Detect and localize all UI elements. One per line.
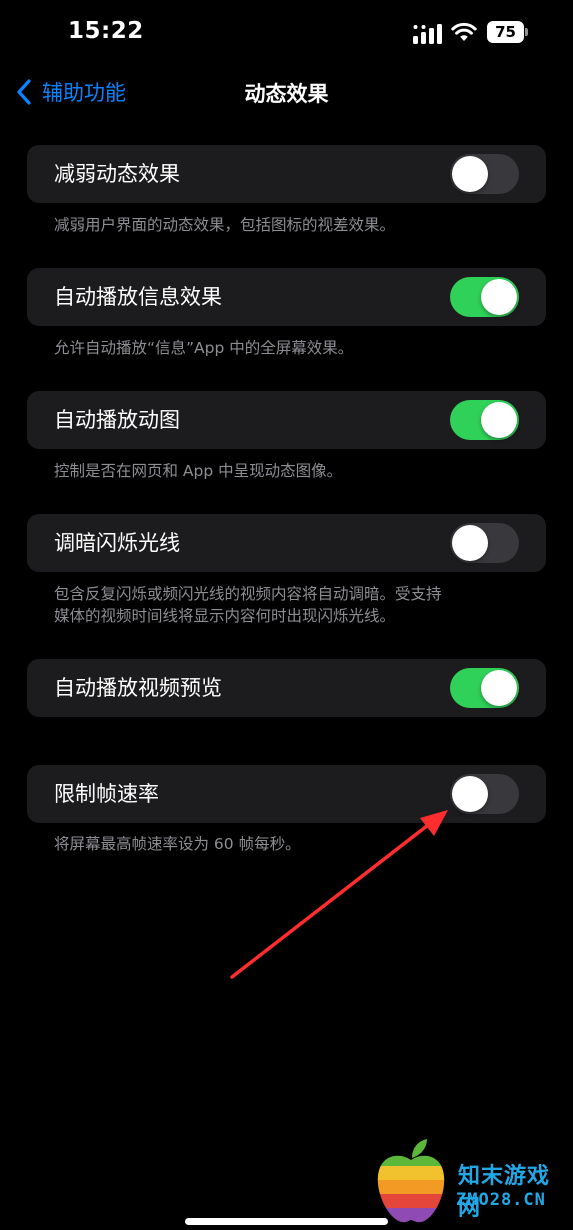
setting-footnote: 将屏幕最高帧速率设为 60 帧每秒。 <box>54 833 524 855</box>
footnote-line: 将屏幕最高帧速率设为 60 帧每秒。 <box>54 835 301 853</box>
toggle-knob <box>481 402 517 438</box>
apple-logo-icon <box>377 1139 445 1223</box>
setting-reduce-motion: 减弱动态效果 <box>27 145 546 203</box>
toggle-knob <box>452 776 488 812</box>
toggle-knob <box>452 525 488 561</box>
setting-label: 自动播放视频预览 <box>54 676 222 700</box>
setting-footnote: 允许自动播放“信息”App 中的全屏幕效果。 <box>54 337 524 359</box>
battery-icon: 75 <box>487 21 529 43</box>
setting-footnote: 减弱用户界面的动态效果，包括图标的视差效果。 <box>54 214 524 236</box>
auto-play-animated-images-toggle[interactable] <box>450 400 519 440</box>
footnote-line: 媒体的视频时间线将显示内容何时出现闪烁光线。 <box>54 607 396 625</box>
dim-flashing-lights-toggle[interactable] <box>450 523 519 563</box>
status-time: 15:22 <box>68 18 144 44</box>
limit-frame-rate-toggle[interactable] <box>450 774 519 814</box>
setting-auto-play-animated-images: 自动播放动图 <box>27 391 546 449</box>
toggle-knob <box>481 279 517 315</box>
auto-play-message-effects-toggle[interactable] <box>450 277 519 317</box>
setting-label: 自动播放信息效果 <box>54 285 222 309</box>
reduce-motion-toggle[interactable] <box>450 154 519 194</box>
footnote-line: 允许自动播放“信息”App 中的全屏幕效果。 <box>54 339 354 357</box>
footnote-line: 控制是否在网页和 App 中呈现动态图像。 <box>54 462 343 480</box>
page-title: 动态效果 <box>244 82 329 106</box>
motion-settings-screen: 15:22 75 辅助功能 动态效果 减弱动态效果 减弱用户界面的动态效果，包括… <box>0 0 573 1230</box>
setting-footnote: 控制是否在网页和 App 中呈现动态图像。 <box>54 460 524 482</box>
toggle-knob <box>481 670 517 706</box>
watermark-text-en: ZMO28.CN <box>456 1190 546 1210</box>
setting-label: 限制帧速率 <box>54 782 159 806</box>
auto-play-video-previews-toggle[interactable] <box>450 668 519 708</box>
setting-limit-frame-rate: 限制帧速率 <box>27 765 546 823</box>
watermark: 知末游戏网 ZMO28.CN <box>372 1138 572 1226</box>
setting-auto-play-message-effects: 自动播放信息效果 <box>27 268 546 326</box>
setting-label: 自动播放动图 <box>54 408 180 432</box>
wifi-icon <box>451 22 477 41</box>
setting-auto-play-video-previews: 自动播放视频预览 <box>27 659 546 717</box>
home-indicator[interactable] <box>185 1218 388 1225</box>
setting-dim-flashing-lights: 调暗闪烁光线 <box>27 514 546 572</box>
toggle-knob <box>452 156 488 192</box>
navigation-bar: 辅助功能 动态效果 <box>0 66 573 122</box>
footnote-line: 包含反复闪烁或频闪光线的视频内容将自动调暗。受支持 <box>54 585 442 603</box>
footnote-line: 减弱用户界面的动态效果，包括图标的视差效果。 <box>54 216 396 234</box>
status-bar: 15:22 75 <box>0 0 573 66</box>
battery-level: 75 <box>487 21 524 43</box>
setting-label: 减弱动态效果 <box>54 162 180 186</box>
setting-footnote: 包含反复闪烁或频闪光线的视频内容将自动调暗。受支持 媒体的视频时间线将显示内容何… <box>54 583 524 627</box>
cellular-signal-icon <box>413 24 442 44</box>
setting-label: 调暗闪烁光线 <box>54 531 180 555</box>
battery-tip <box>525 28 528 36</box>
